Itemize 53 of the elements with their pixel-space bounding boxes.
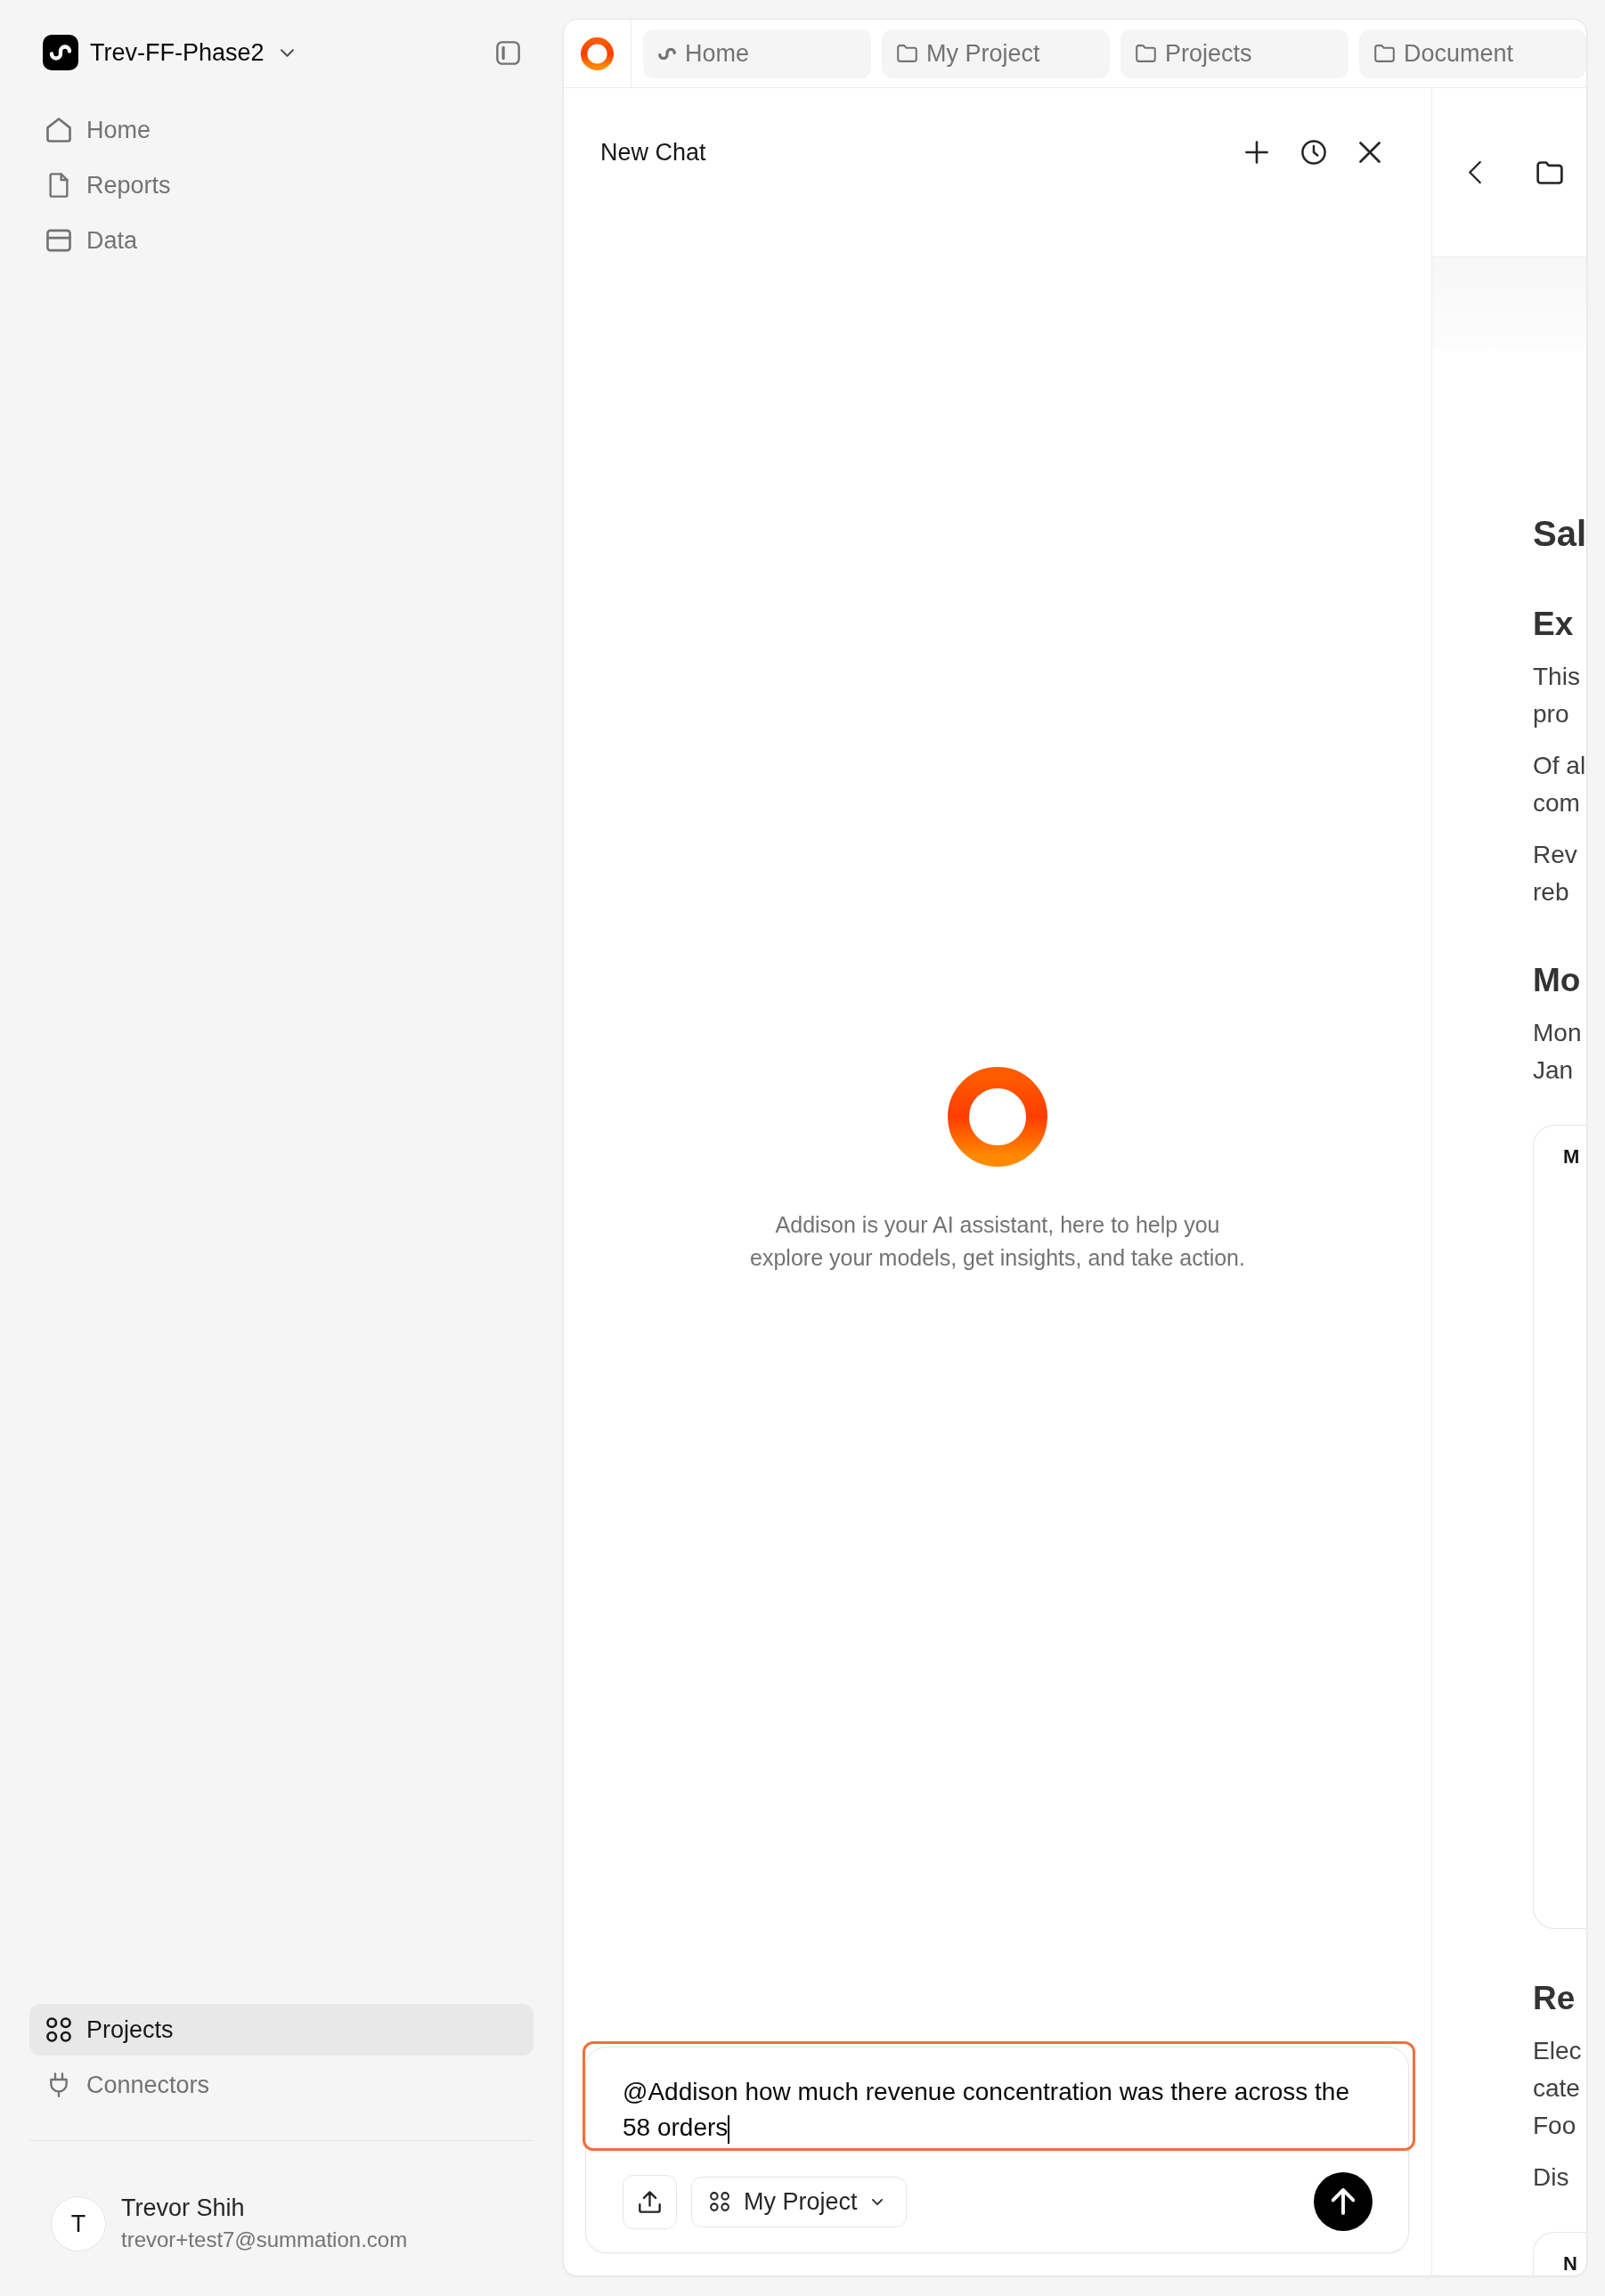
upload-icon <box>639 2190 661 2213</box>
user-email: trevor+test7@summation.com <box>121 2227 408 2253</box>
folder-icon[interactable] <box>1536 160 1563 184</box>
body-text: Elec cate Foo <box>1533 2036 1583 2141</box>
close-icon[interactable] <box>1359 142 1381 163</box>
workspace-switcher[interactable]: Trev-FF-Phase2 <box>90 35 294 70</box>
section-heading: Mo <box>1533 961 1582 1000</box>
body-text: Rev reb <box>1533 840 1578 908</box>
swirl-icon <box>658 47 676 60</box>
user-name: Trevor Shih <box>121 2194 246 2223</box>
folder-icon <box>1374 45 1395 62</box>
tab[interactable]: Projects <box>1120 28 1348 78</box>
sidebar-item[interactable]: Reports <box>29 159 534 211</box>
tab[interactable]: Home <box>643 28 871 78</box>
text-cursor <box>728 2114 730 2144</box>
card-title: M <box>1563 1145 1581 1168</box>
clock-icon[interactable] <box>1301 140 1326 165</box>
message-input[interactable]: @Addison how much revenue concentration was there across the 58 orders <box>583 2041 1415 2151</box>
sidebar-toggle-icon[interactable] <box>496 40 520 65</box>
body-text: Mon Jan <box>1533 1018 1583 1086</box>
swirl-logo-icon <box>43 35 78 70</box>
ring-logo-icon[interactable] <box>581 37 614 70</box>
document-title: Sal <box>1533 513 1586 555</box>
body-text: Of al com <box>1533 751 1586 818</box>
avatar: T <box>51 2196 106 2251</box>
chevron-left-icon[interactable] <box>1469 160 1481 184</box>
grid-icon <box>710 2192 729 2211</box>
sidebar-item[interactable]: Data <box>29 215 534 266</box>
table-icon <box>46 228 71 253</box>
plus-icon[interactable] <box>1245 141 1268 164</box>
ring-logo-icon <box>948 1067 1047 1167</box>
sidebar-item[interactable]: Projects <box>29 2004 534 2056</box>
section-heading: Ex <box>1533 605 1575 644</box>
card-title: N <box>1563 2252 1578 2276</box>
document-icon <box>46 173 71 198</box>
folder-icon <box>1136 45 1156 62</box>
project-selector[interactable]: My Project <box>691 2176 907 2227</box>
tab[interactable]: Document <box>1359 28 1586 78</box>
caret-icon <box>871 2198 883 2205</box>
folder-icon <box>897 45 917 62</box>
intro-text: Addison is your AI assistant, here to help you explore your models, get insights, and take action. <box>750 1211 1245 1272</box>
section-heading: Re <box>1533 1979 1576 2018</box>
caret-icon <box>280 48 294 57</box>
sidebar-item[interactable]: Connectors <box>29 2059 534 2111</box>
upload-button[interactable] <box>623 2174 677 2229</box>
grid-icon <box>46 2017 71 2042</box>
home-icon <box>46 118 71 142</box>
body-text: This pro <box>1533 662 1581 729</box>
arrow-up-icon <box>1332 2188 1355 2215</box>
sidebar-item[interactable]: Home <box>29 104 534 156</box>
body-text: Dis <box>1533 2162 1570 2193</box>
tab[interactable]: My Project <box>882 28 1110 78</box>
chat-title: New Chat <box>600 137 706 167</box>
